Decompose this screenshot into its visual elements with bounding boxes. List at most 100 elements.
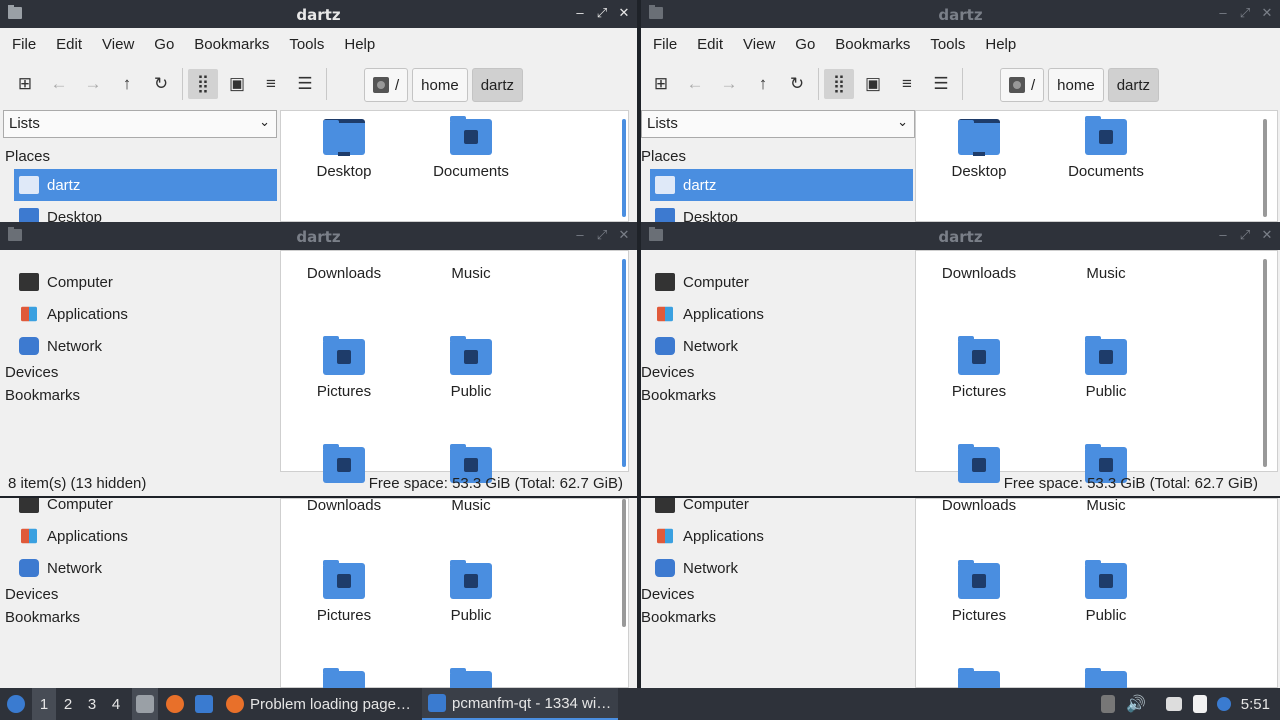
menu-file[interactable]: File: [643, 30, 687, 58]
detail-view-icon[interactable]: ☰: [290, 69, 320, 99]
workspace-1[interactable]: 1: [32, 688, 56, 720]
crumb-current[interactable]: dartz: [471, 68, 524, 102]
start-menu-button[interactable]: [4, 688, 28, 720]
file-item-videos[interactable]: [411, 668, 531, 688]
sidebar-item-network[interactable]: Network: [650, 552, 913, 584]
file-item-downloads[interactable]: Downloads: [919, 498, 1039, 514]
minimize-button[interactable]: –: [573, 5, 587, 21]
scrollbar[interactable]: [622, 119, 626, 217]
crumb-root[interactable]: /: [364, 68, 409, 102]
menu-view[interactable]: View: [92, 30, 144, 58]
new-tab-icon[interactable]: ⊞: [646, 69, 676, 99]
crumb-home[interactable]: home: [412, 68, 468, 102]
crumb-root[interactable]: /: [1000, 68, 1045, 102]
back-icon[interactable]: ←: [44, 69, 74, 99]
show-desktop-button[interactable]: [132, 688, 158, 720]
minimize-button[interactable]: –: [1216, 227, 1230, 243]
file-item-music[interactable]: Music: [411, 498, 531, 514]
file-item-documents[interactable]: Documents: [411, 116, 531, 180]
close-button[interactable]: ✕: [1260, 227, 1274, 243]
icon-view-icon[interactable]: ⣿: [824, 69, 854, 99]
file-item-public[interactable]: Public: [1046, 336, 1166, 400]
sidebar-item-computer[interactable]: Computer: [650, 266, 913, 298]
file-item-downloads[interactable]: Downloads: [284, 265, 404, 282]
sidebar-item-computer[interactable]: Computer: [14, 266, 277, 298]
menu-edit[interactable]: Edit: [687, 30, 733, 58]
forward-icon[interactable]: →: [78, 69, 108, 99]
file-item-pictures[interactable]: Pictures: [919, 560, 1039, 624]
title-bar[interactable]: dartz – ⤢ ✕: [641, 0, 1280, 28]
task-pcmanfm[interactable]: pcmanfm-qt - 1334 wi…: [422, 688, 618, 720]
sidebar-item-desktop[interactable]: Desktop: [14, 201, 277, 222]
close-button[interactable]: ✕: [617, 227, 631, 243]
file-item-public[interactable]: Public: [1046, 560, 1166, 624]
file-item-music[interactable]: Music: [411, 265, 531, 282]
sidebar-item-applications[interactable]: Applications: [14, 298, 277, 330]
scrollbar[interactable]: [622, 259, 626, 467]
file-item-pictures[interactable]: Pictures: [919, 336, 1039, 400]
reload-icon[interactable]: ↻: [782, 69, 812, 99]
close-button[interactable]: ✕: [617, 5, 631, 21]
file-item-pictures[interactable]: Pictures: [284, 336, 404, 400]
file-item-desktop[interactable]: Desktop: [919, 119, 1039, 180]
menu-edit[interactable]: Edit: [46, 30, 92, 58]
side-pane-mode-select[interactable]: Lists ⌄: [641, 110, 915, 138]
sidebar-item-network[interactable]: Network: [14, 330, 277, 362]
new-tab-icon[interactable]: ⊞: [10, 69, 40, 99]
task-firefox[interactable]: Problem loading page…: [220, 688, 418, 720]
compact-view-icon[interactable]: ≡: [256, 69, 286, 99]
sidebar-item-applications[interactable]: Applications: [650, 520, 913, 552]
scrollbar[interactable]: [1263, 119, 1267, 217]
menu-tools[interactable]: Tools: [279, 30, 334, 58]
clock[interactable]: 5:51: [1241, 688, 1270, 720]
sidebar-item-dartz[interactable]: dartz: [14, 169, 277, 201]
icon-view-icon[interactable]: ⣿: [188, 69, 218, 99]
thumbnail-view-icon[interactable]: ▣: [858, 69, 888, 99]
workspace-3[interactable]: 3: [80, 688, 104, 720]
file-manager-launcher[interactable]: [193, 688, 215, 720]
sidebar-item-applications[interactable]: Applications: [650, 298, 913, 330]
menu-help[interactable]: Help: [334, 30, 385, 58]
menu-bookmarks[interactable]: Bookmarks: [184, 30, 279, 58]
back-icon[interactable]: ←: [680, 69, 710, 99]
up-icon[interactable]: ↑: [112, 69, 142, 99]
workspace-2[interactable]: 2: [56, 688, 80, 720]
title-bar[interactable]: dartz – ⤢ ✕: [641, 222, 1280, 250]
menu-go[interactable]: Go: [144, 30, 184, 58]
minimize-button[interactable]: –: [1216, 5, 1230, 21]
thumbnail-view-icon[interactable]: ▣: [222, 69, 252, 99]
menu-bookmarks[interactable]: Bookmarks: [825, 30, 920, 58]
crumb-current[interactable]: dartz: [1107, 68, 1160, 102]
detail-view-icon[interactable]: ☰: [926, 69, 956, 99]
menu-file[interactable]: File: [2, 30, 46, 58]
sidebar-item-computer[interactable]: Computer: [650, 498, 913, 520]
sidebar-item-network[interactable]: Network: [650, 330, 913, 362]
compact-view-icon[interactable]: ≡: [892, 69, 922, 99]
menu-view[interactable]: View: [733, 30, 785, 58]
tray-clipboard[interactable]: [1190, 688, 1210, 720]
file-item-videos[interactable]: [1046, 668, 1166, 688]
title-bar[interactable]: dartz – ⤢ ✕: [0, 222, 637, 250]
maximize-button[interactable]: ⤢: [595, 227, 609, 243]
maximize-button[interactable]: ⤢: [1238, 5, 1252, 21]
reload-icon[interactable]: ↻: [146, 69, 176, 99]
file-item-pictures[interactable]: Pictures: [284, 560, 404, 624]
up-icon[interactable]: ↑: [748, 69, 778, 99]
minimize-button[interactable]: –: [573, 227, 587, 243]
tray-keyboard[interactable]: [1164, 688, 1184, 720]
menu-tools[interactable]: Tools: [920, 30, 975, 58]
file-item-templates[interactable]: [284, 668, 404, 688]
file-item-downloads[interactable]: Downloads: [284, 498, 404, 514]
maximize-button[interactable]: ⤢: [595, 5, 609, 21]
sidebar-item-computer[interactable]: Computer: [14, 498, 277, 520]
file-item-public[interactable]: Public: [411, 336, 531, 400]
sidebar-item-network[interactable]: Network: [14, 552, 277, 584]
firefox-launcher[interactable]: [164, 688, 186, 720]
file-item-desktop[interactable]: Desktop: [284, 119, 404, 180]
file-item-templates[interactable]: [919, 668, 1039, 688]
title-bar[interactable]: dartz – ⤢ ✕: [0, 0, 637, 28]
sidebar-item-desktop[interactable]: Desktop: [650, 201, 913, 222]
file-item-documents[interactable]: Documents: [1046, 116, 1166, 180]
file-item-music[interactable]: Music: [1046, 265, 1166, 282]
sidebar-item-applications[interactable]: Applications: [14, 520, 277, 552]
